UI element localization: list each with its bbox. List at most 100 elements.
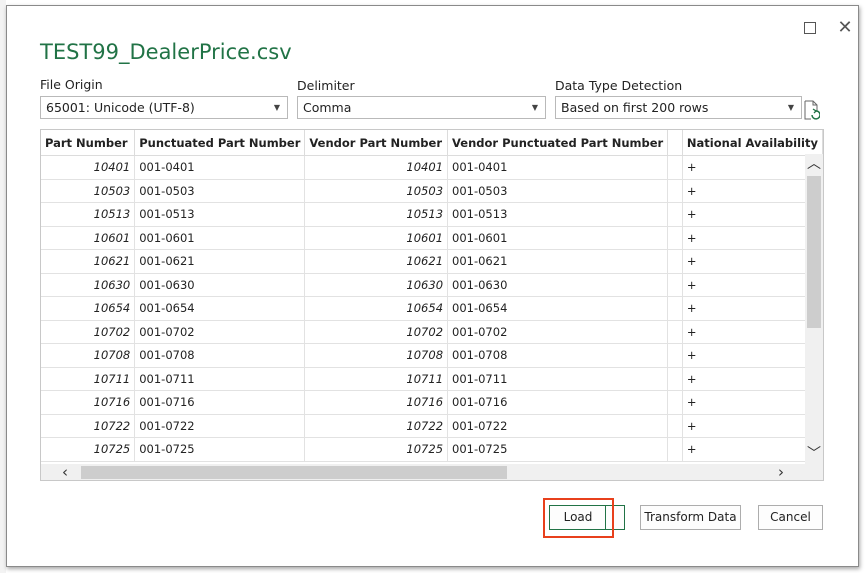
table-cell: 001-0601 xyxy=(447,226,669,250)
table-cell xyxy=(667,155,683,180)
table-row: 10722 001-0722 10722 001-0722 + xyxy=(41,414,823,438)
table-cell: + xyxy=(682,320,823,344)
table-row: 10503 001-0503 10503 001-0503 + xyxy=(41,179,823,203)
table-cell: + xyxy=(682,202,823,227)
table-cell: 001-0401 xyxy=(134,155,306,180)
delimiter-select[interactable]: Comma ▼ xyxy=(297,96,546,119)
table-cell: 10654 xyxy=(304,296,449,321)
column-header[interactable]: National Availability xyxy=(682,130,823,156)
table-row: 10654 001-0654 10654 001-0654 + xyxy=(41,296,823,321)
cancel-button[interactable]: Cancel xyxy=(758,505,823,530)
file-origin-select[interactable]: 65001: Unicode (UTF-8) ▼ xyxy=(40,96,288,119)
table-cell: 10702 xyxy=(41,320,136,344)
detection-select[interactable]: Based on first 200 rows ▼ xyxy=(555,96,802,119)
transform-data-button[interactable]: Transform Data xyxy=(640,505,741,530)
table-cell: 001-0503 xyxy=(447,179,669,203)
delimiter-label: Delimiter xyxy=(297,78,355,93)
table-cell: 10722 xyxy=(304,414,449,438)
table-row: 10513 001-0513 10513 001-0513 + xyxy=(41,202,823,227)
table-row: 10725 001-0725 10725 001-0725 + xyxy=(41,437,823,462)
table-cell: 10711 xyxy=(41,367,136,391)
table-cell: 10513 xyxy=(41,202,136,227)
table-cell xyxy=(667,320,683,344)
table-header-row: Part Number Punctuated Part Number Vendo… xyxy=(41,130,823,156)
table-row: 10401 001-0401 10401 001-0401 + xyxy=(41,155,823,180)
table-cell: 10725 xyxy=(41,437,136,462)
table-cell: 001-0716 xyxy=(134,390,306,415)
column-header[interactable]: Punctuated Part Number xyxy=(134,130,306,156)
table-cell: + xyxy=(682,437,823,462)
horizontal-scroll-thumb[interactable] xyxy=(81,466,507,479)
close-icon[interactable]: ✕ xyxy=(837,19,853,37)
vertical-scroll-thumb[interactable] xyxy=(807,176,821,328)
delimiter-value: Comma xyxy=(303,100,352,115)
table-cell: + xyxy=(682,367,823,391)
table-cell: + xyxy=(682,179,823,203)
column-header[interactable]: Part Number xyxy=(41,130,136,156)
table-cell: + xyxy=(682,414,823,438)
table-cell xyxy=(667,390,683,415)
table-cell: + xyxy=(682,296,823,321)
table-cell xyxy=(667,179,683,203)
chevron-right-icon[interactable]: › xyxy=(771,464,791,481)
table-cell: 10601 xyxy=(304,226,449,250)
column-header[interactable]: Vendor Punctuated Part Number xyxy=(447,130,669,156)
table-cell: 10716 xyxy=(41,390,136,415)
table-cell: 001-0708 xyxy=(447,343,669,368)
table-cell: 001-0722 xyxy=(447,414,669,438)
table-cell: 001-0722 xyxy=(134,414,306,438)
table-cell: 001-0621 xyxy=(447,249,669,274)
table-row: 10601 001-0601 10601 001-0601 + xyxy=(41,226,823,250)
table-row: 10716 001-0716 10716 001-0716 + xyxy=(41,390,823,415)
chevron-up-icon[interactable]: ︿ xyxy=(805,154,823,174)
load-button[interactable]: Load xyxy=(549,505,625,530)
table-cell: 10630 xyxy=(41,273,136,297)
table-cell: + xyxy=(682,390,823,415)
detection-label: Data Type Detection xyxy=(555,78,683,93)
chevron-down-icon: ▼ xyxy=(787,103,794,112)
table-row: 10621 001-0621 10621 001-0621 + xyxy=(41,249,823,274)
table-cell xyxy=(667,202,683,227)
table-cell: + xyxy=(682,226,823,250)
table-cell: 001-0601 xyxy=(134,226,306,250)
table-cell: + xyxy=(682,273,823,297)
refresh-icon[interactable] xyxy=(803,100,820,120)
table-cell xyxy=(667,343,683,368)
column-header[interactable] xyxy=(667,130,683,156)
chevron-left-icon[interactable]: ‹ xyxy=(55,464,75,481)
table-cell xyxy=(667,414,683,438)
table-cell: 10621 xyxy=(41,249,136,274)
table-cell: 001-0630 xyxy=(447,273,669,297)
table-cell: 001-0401 xyxy=(447,155,669,180)
table-cell xyxy=(667,367,683,391)
maximize-icon[interactable] xyxy=(802,20,818,36)
import-dialog: ✕ TEST99_DealerPrice.csv File Origin 650… xyxy=(6,5,859,567)
column-header[interactable]: Vendor Part Number xyxy=(304,130,449,156)
chevron-down-icon: ▼ xyxy=(531,103,538,112)
table-cell: 10513 xyxy=(304,202,449,227)
vertical-scrollbar[interactable]: ︿ ﹀ xyxy=(805,154,823,464)
table-cell: 001-0716 xyxy=(447,390,669,415)
table-cell: 10722 xyxy=(41,414,136,438)
table-cell: 001-0630 xyxy=(134,273,306,297)
dialog-title: TEST99_DealerPrice.csv xyxy=(40,40,292,64)
table-cell: 10621 xyxy=(304,249,449,274)
table-cell: 10503 xyxy=(304,179,449,203)
table-cell: 10716 xyxy=(304,390,449,415)
table-cell: 001-0513 xyxy=(134,202,306,227)
chevron-down-icon[interactable]: ﹀ xyxy=(805,444,823,464)
table-cell: 001-0711 xyxy=(447,367,669,391)
horizontal-scrollbar[interactable]: ‹ › xyxy=(41,464,805,481)
table-row: 10708 001-0708 10708 001-0708 + xyxy=(41,343,823,368)
table-cell: 001-0725 xyxy=(134,437,306,462)
table-cell: + xyxy=(682,155,823,180)
table-cell: 10702 xyxy=(304,320,449,344)
file-origin-label: File Origin xyxy=(40,77,103,92)
table-cell: 10401 xyxy=(41,155,136,180)
table-row: 10702 001-0702 10702 001-0702 + xyxy=(41,320,823,344)
table-row: 10711 001-0711 10711 001-0711 + xyxy=(41,367,823,391)
table-cell: 10601 xyxy=(41,226,136,250)
split-divider xyxy=(605,506,606,529)
chevron-down-icon: ▼ xyxy=(273,103,280,112)
table-cell: 001-0503 xyxy=(134,179,306,203)
